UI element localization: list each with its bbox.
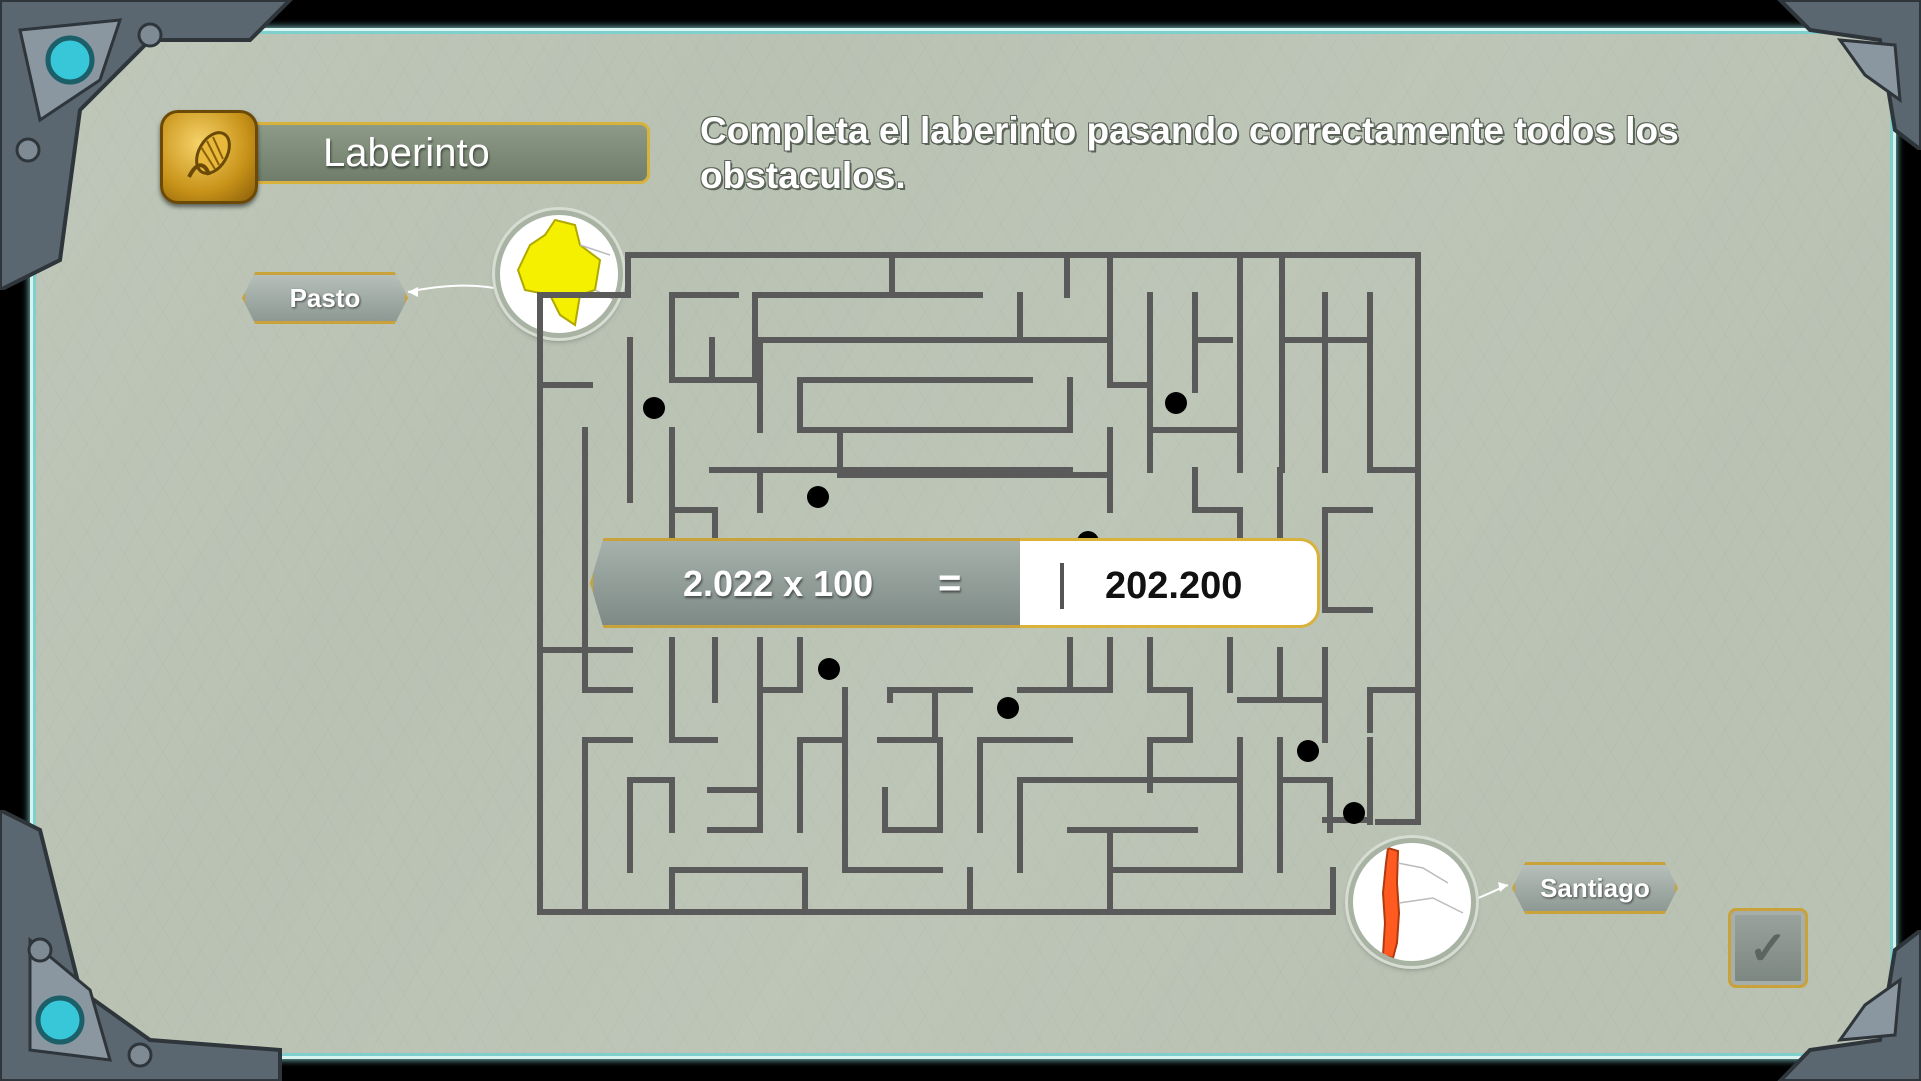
title-banner: Laberinto — [160, 110, 660, 204]
equation-panel: 2.022 x 100 = 202.200 — [590, 538, 1330, 628]
equation-question: 2.022 x 100 = — [590, 538, 1040, 628]
check-icon: ✓ — [1748, 922, 1788, 974]
check-button[interactable]: ✓ — [1728, 908, 1808, 988]
start-city-label: Pasto — [242, 272, 408, 324]
end-city-label: Santiago — [1512, 862, 1678, 914]
equation-expression: 2.022 x 100 — [683, 563, 874, 604]
answer-value: 202.200 — [1105, 565, 1243, 607]
colombia-map-icon — [495, 210, 623, 338]
text-cursor — [1060, 563, 1064, 609]
game-stage: Laberinto Completa el laberinto pasando … — [0, 0, 1921, 1081]
corner-ornament-bottom-left — [0, 810, 282, 1081]
equals-sign: = — [938, 561, 962, 605]
answer-input[interactable]: 202.200 — [1020, 538, 1320, 628]
game-title: Laberinto — [240, 122, 650, 184]
instruction-text: Completa el laberinto pasando correctame… — [700, 110, 1679, 196]
corn-icon — [160, 110, 258, 204]
chile-map-icon — [1348, 838, 1476, 966]
